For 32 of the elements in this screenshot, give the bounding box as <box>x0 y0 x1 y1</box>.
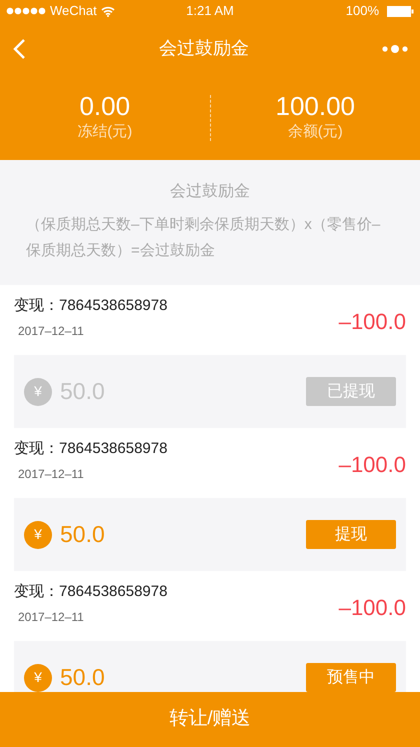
currency-icon: ¥ <box>24 378 52 406</box>
formula-text: （保质期总天数–下单时剩余保质期天数）x（零售价–保质期总天数）=会过鼓励金 <box>26 215 382 262</box>
record-value: 50.0 <box>60 663 105 692</box>
record-value: 50.0 <box>60 520 105 550</box>
record-date: 2017–12–11 <box>17 466 85 482</box>
currency-icon: ¥ <box>24 520 52 548</box>
stat-label: 冻结(元) <box>77 122 132 142</box>
info-title: 会过鼓励金 <box>169 182 251 202</box>
record-title: 变现：7864538658978 <box>14 296 168 316</box>
battery-percent: 100% <box>346 2 379 20</box>
carrier-name: WeChat <box>50 2 97 20</box>
signal-icon <box>6 7 46 15</box>
record-amount: –100.0 <box>338 594 406 622</box>
status-time: 1:21 AM <box>186 3 234 18</box>
transfer-button[interactable]: 转让/赠送 <box>0 692 420 747</box>
withdraw-button[interactable]: 预售中 <box>306 663 396 692</box>
withdraw-button[interactable]: 提现 <box>306 520 396 549</box>
record-title: 变现：7864538658978 <box>14 582 168 602</box>
wifi-icon <box>100 6 115 16</box>
record-date: 2017–12–11 <box>17 608 85 626</box>
stat-value: 100.00 <box>275 92 356 121</box>
more-button[interactable] <box>382 44 408 54</box>
page-title: 会过鼓励金 <box>159 37 249 60</box>
record-amount: –100.0 <box>338 308 406 336</box>
stat-value: 0.00 <box>79 92 130 121</box>
record-title: 变现：7864538658978 <box>14 439 168 459</box>
stat-label: 余额(元) <box>288 122 343 142</box>
battery-icon <box>387 6 414 16</box>
record-date: 2017–12–11 <box>17 322 85 340</box>
record-amount: –100.0 <box>338 451 406 479</box>
back-button[interactable] <box>12 38 26 60</box>
currency-icon: ¥ <box>24 664 52 692</box>
